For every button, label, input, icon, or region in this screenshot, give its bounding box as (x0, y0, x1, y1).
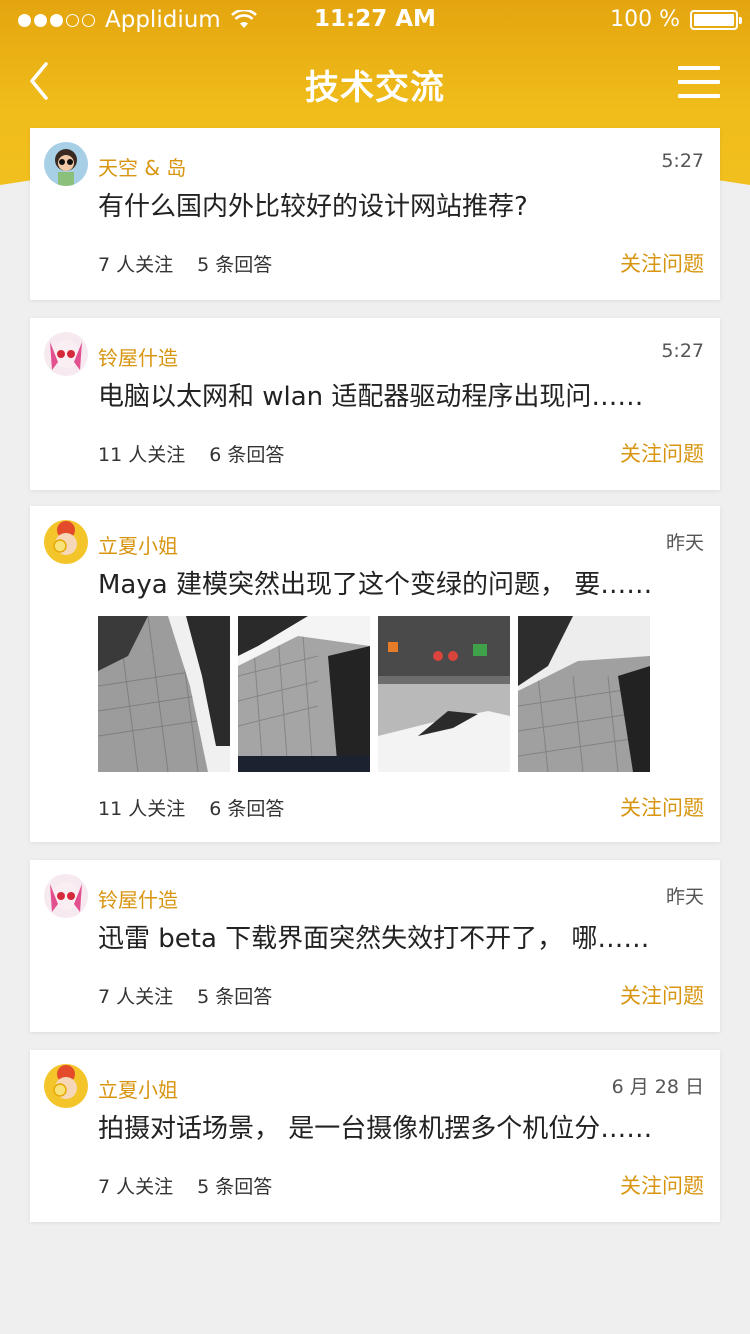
question-title[interactable]: 电脑以太网和 wlan 适配器驱动程序出现问…… (98, 376, 708, 413)
follower-count: 7 人关注 (98, 986, 174, 1008)
avatar[interactable] (44, 520, 88, 564)
question-title[interactable]: 有什么国内外比较好的设计网站推荐? (98, 186, 708, 223)
avatar[interactable] (44, 874, 88, 918)
attached-image[interactable] (378, 616, 510, 772)
status-bar: Applidium 11:27 AM 100 % (0, 0, 750, 40)
attached-image[interactable] (518, 616, 650, 772)
question-title[interactable]: 迅雷 beta 下载界面突然失效打不开了， 哪…… (98, 918, 708, 955)
answer-count: 6 条回答 (209, 444, 285, 466)
nav-bar: 技术交流 (0, 50, 750, 116)
attached-image[interactable] (238, 616, 370, 772)
avatar[interactable] (44, 332, 88, 376)
question-card[interactable]: 天空 & 岛 5:27 有什么国内外比较好的设计网站推荐? 7 人关注 5 条回… (30, 128, 720, 300)
question-stats: 7 人关注 5 条回答 (98, 1172, 272, 1199)
question-stats: 7 人关注 5 条回答 (98, 982, 272, 1009)
follow-question-button[interactable]: 关注问题 (620, 438, 704, 468)
follower-count: 7 人关注 (98, 1176, 174, 1198)
menu-button[interactable] (678, 66, 720, 98)
battery-percent: 100 % (610, 7, 680, 32)
avatar[interactable] (44, 142, 88, 186)
question-title[interactable]: 拍摄对话场景， 是一台摄像机摆多个机位分…… (98, 1108, 708, 1145)
author-name[interactable]: 铃屋什造 (98, 342, 178, 371)
follower-count: 11 人关注 (98, 444, 186, 466)
author-name[interactable]: 铃屋什造 (98, 884, 178, 913)
attached-image[interactable] (98, 616, 230, 772)
author-name[interactable]: 立夏小姐 (98, 530, 178, 559)
follow-question-button[interactable]: 关注问题 (620, 980, 704, 1010)
question-card[interactable]: 铃屋什造 5:27 电脑以太网和 wlan 适配器驱动程序出现问…… 11 人关… (30, 318, 720, 490)
battery-icon (690, 9, 742, 30)
answer-count: 5 条回答 (197, 1176, 273, 1198)
post-time: 昨天 (665, 886, 704, 908)
post-time: 5:27 (661, 150, 704, 172)
question-title[interactable]: Maya 建模突然出现了这个变绿的问题， 要…… (98, 564, 708, 601)
question-card[interactable]: 立夏小姐 昨天 Maya 建模突然出现了这个变绿的问题， 要…… 11 人关注 … (30, 506, 720, 842)
image-gallery (98, 616, 650, 772)
answer-count: 6 条回答 (209, 798, 285, 820)
question-stats: 7 人关注 5 条回答 (98, 250, 272, 277)
question-card[interactable]: 铃屋什造 昨天 迅雷 beta 下载界面突然失效打不开了， 哪…… 7 人关注 … (30, 860, 720, 1032)
page-title: 技术交流 (305, 68, 445, 108)
author-name[interactable]: 天空 & 岛 (98, 152, 186, 181)
hamburger-menu-icon (678, 66, 720, 70)
follow-question-button[interactable]: 关注问题 (620, 248, 704, 278)
follower-count: 7 人关注 (98, 254, 174, 276)
post-time: 昨天 (665, 532, 704, 554)
answer-count: 5 条回答 (197, 986, 273, 1008)
avatar[interactable] (44, 1064, 88, 1108)
follower-count: 11 人关注 (98, 798, 186, 820)
question-card[interactable]: 立夏小姐 6 月 28 日 拍摄对话场景， 是一台摄像机摆多个机位分…… 7 人… (30, 1050, 720, 1222)
author-name[interactable]: 立夏小姐 (98, 1074, 178, 1103)
follow-question-button[interactable]: 关注问题 (620, 1170, 704, 1200)
question-stats: 11 人关注 6 条回答 (98, 440, 284, 467)
question-stats: 11 人关注 6 条回答 (98, 794, 284, 821)
status-right: 100 % (610, 7, 742, 32)
follow-question-button[interactable]: 关注问题 (620, 792, 704, 822)
answer-count: 5 条回答 (197, 254, 273, 276)
post-time: 5:27 (661, 340, 704, 362)
post-time: 6 月 28 日 (611, 1076, 704, 1098)
